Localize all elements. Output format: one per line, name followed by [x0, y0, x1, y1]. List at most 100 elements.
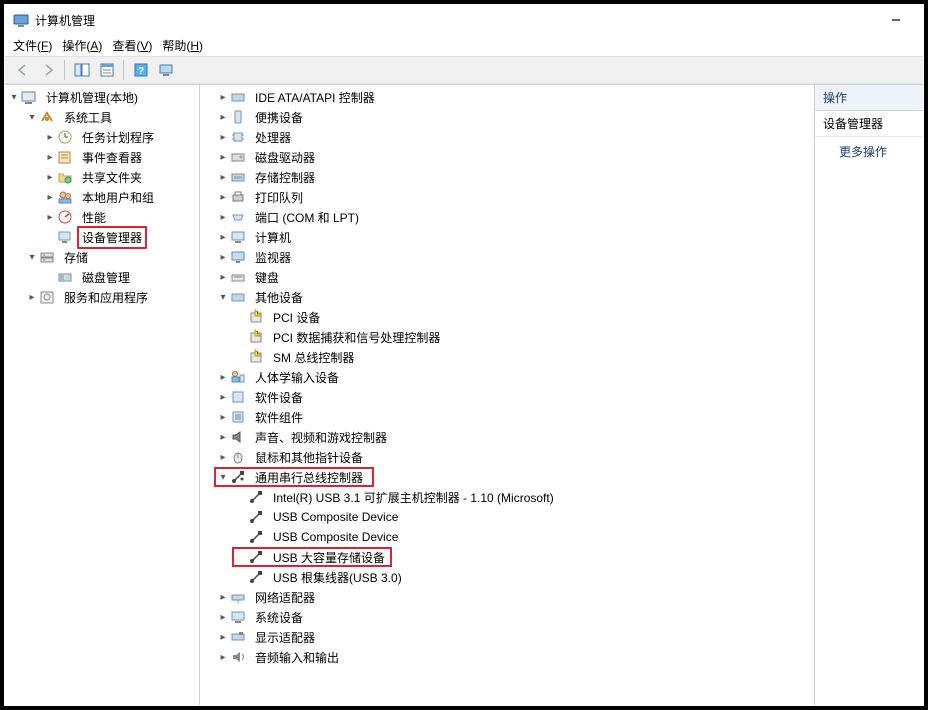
- dev-computer[interactable]: ▸计算机: [214, 227, 814, 247]
- menu-file[interactable]: 文件(F): [13, 37, 52, 54]
- unknown-device-icon: !: [248, 329, 264, 345]
- expand-icon[interactable]: ▸: [216, 450, 230, 464]
- expand-icon[interactable]: ▸: [216, 270, 230, 284]
- dev-system[interactable]: ▸系统设备: [214, 607, 814, 627]
- usb-icon: [230, 469, 246, 485]
- expand-icon[interactable]: ▸: [216, 210, 230, 224]
- users-icon: [57, 189, 73, 205]
- tree-system-tools[interactable]: ▾ 系统工具: [23, 107, 199, 127]
- tree-shared-folders[interactable]: ▸共享文件夹: [41, 167, 199, 187]
- expand-icon[interactable]: ▸: [216, 190, 230, 204]
- tree-storage[interactable]: ▾ 存储: [23, 247, 199, 267]
- dev-ide[interactable]: ▸IDE ATA/ATAPI 控制器: [214, 87, 814, 107]
- tree-disk-management[interactable]: ▸磁盘管理: [41, 267, 199, 287]
- dev-usb-controllers[interactable]: ▾通用串行总线控制器: [214, 467, 374, 487]
- device-tree-panel[interactable]: ▸IDE ATA/ATAPI 控制器 ▸便携设备 ▸处理器 ▸磁盘驱动器 ▸存储…: [200, 85, 815, 705]
- properties-button[interactable]: [95, 59, 118, 81]
- dev-hid[interactable]: ▸人体学输入设备: [214, 367, 814, 387]
- expand-icon[interactable]: ▸: [216, 390, 230, 404]
- expand-icon[interactable]: ▸: [43, 210, 57, 224]
- expand-icon[interactable]: ▸: [25, 290, 39, 304]
- dev-pci-capture[interactable]: ▸!PCI 数据捕获和信号处理控制器: [232, 327, 814, 347]
- expand-icon[interactable]: ▸: [216, 90, 230, 104]
- actions-more[interactable]: 更多操作: [815, 137, 923, 166]
- storage-controller-icon: [230, 169, 246, 185]
- back-button[interactable]: [11, 59, 34, 81]
- app-icon: [13, 12, 29, 28]
- expand-icon[interactable]: ▸: [216, 130, 230, 144]
- tree-performance[interactable]: ▸性能: [41, 207, 199, 227]
- ide-controller-icon: [230, 89, 246, 105]
- expand-icon[interactable]: ▸: [216, 230, 230, 244]
- expand-icon[interactable]: ▸: [216, 370, 230, 384]
- dev-audio-io[interactable]: ▸音频输入和输出: [214, 647, 814, 667]
- menu-view[interactable]: 查看(V): [112, 37, 152, 54]
- forward-button[interactable]: [36, 59, 59, 81]
- refresh-button[interactable]: [154, 59, 177, 81]
- dev-usb-composite-1[interactable]: ▸USB Composite Device: [232, 507, 814, 527]
- tree-device-manager[interactable]: ▸设备管理器: [41, 227, 199, 247]
- menu-action[interactable]: 操作(A): [62, 37, 102, 54]
- tree-task-scheduler[interactable]: ▸任务计划程序: [41, 127, 199, 147]
- dev-ports[interactable]: ▸端口 (COM 和 LPT): [214, 207, 814, 227]
- expand-icon[interactable]: ▸: [216, 110, 230, 124]
- event-viewer-icon: [57, 149, 73, 165]
- dev-print-queues[interactable]: ▸打印队列: [214, 187, 814, 207]
- keyboard-icon: [230, 269, 246, 285]
- show-hide-tree-button[interactable]: [70, 59, 93, 81]
- device-manager-icon: [57, 229, 73, 245]
- expand-icon[interactable]: ▸: [216, 170, 230, 184]
- expand-icon[interactable]: ▸: [43, 190, 57, 204]
- dev-cpu[interactable]: ▸处理器: [214, 127, 814, 147]
- dev-usb-mass-storage[interactable]: ▸USB 大容量存储设备: [232, 547, 392, 567]
- main-body: ▾ 计算机管理(本地) ▾ 系统工具 ▸任务计划程序: [5, 84, 923, 705]
- svg-text:?: ?: [137, 66, 143, 77]
- disk-drive-icon: [230, 149, 246, 165]
- dev-storage-ctrl[interactable]: ▸存储控制器: [214, 167, 814, 187]
- dev-disk-drives[interactable]: ▸磁盘驱动器: [214, 147, 814, 167]
- cpu-icon: [230, 129, 246, 145]
- menu-help[interactable]: 帮助(H): [162, 37, 203, 54]
- dev-other-devices[interactable]: ▾其他设备: [214, 287, 814, 307]
- dev-usb-composite-2[interactable]: ▸USB Composite Device: [232, 527, 814, 547]
- tree-root-computer-mgmt[interactable]: ▾ 计算机管理(本地): [5, 87, 199, 107]
- tree-event-viewer[interactable]: ▸事件查看器: [41, 147, 199, 167]
- collapse-icon[interactable]: ▾: [7, 90, 21, 104]
- dev-pci-device[interactable]: ▸!PCI 设备: [232, 307, 814, 327]
- expand-icon[interactable]: ▸: [43, 130, 57, 144]
- dev-keyboard[interactable]: ▸键盘: [214, 267, 814, 287]
- dev-software-components[interactable]: ▸软件组件: [214, 407, 814, 427]
- expand-icon[interactable]: ▸: [216, 410, 230, 424]
- collapse-icon[interactable]: ▾: [216, 470, 230, 484]
- expand-icon[interactable]: ▸: [216, 250, 230, 264]
- dev-monitor[interactable]: ▸监视器: [214, 247, 814, 267]
- other-devices-icon: [230, 289, 246, 305]
- collapse-icon[interactable]: ▾: [25, 110, 39, 124]
- expand-icon[interactable]: ▸: [216, 610, 230, 624]
- dev-network[interactable]: ▸网络适配器: [214, 587, 814, 607]
- expand-icon[interactable]: ▸: [43, 150, 57, 164]
- collapse-icon[interactable]: ▾: [25, 250, 39, 264]
- dev-sm-bus[interactable]: ▸!SM 总线控制器: [232, 347, 814, 367]
- dev-software-devices[interactable]: ▸软件设备: [214, 387, 814, 407]
- expand-icon[interactable]: ▸: [216, 590, 230, 604]
- expand-icon[interactable]: ▸: [216, 650, 230, 664]
- sound-icon: [230, 429, 246, 445]
- expand-icon[interactable]: ▸: [43, 170, 57, 184]
- console-tree-panel[interactable]: ▾ 计算机管理(本地) ▾ 系统工具 ▸任务计划程序: [5, 85, 200, 705]
- dev-display[interactable]: ▸显示适配器: [214, 627, 814, 647]
- dev-usb-intel[interactable]: ▸Intel(R) USB 3.1 可扩展主机控制器 - 1.10 (Micro…: [232, 487, 814, 507]
- hid-icon: [230, 369, 246, 385]
- dev-usb-root-hub[interactable]: ▸USB 根集线器(USB 3.0): [232, 567, 814, 587]
- collapse-icon[interactable]: ▾: [216, 290, 230, 304]
- dev-sound[interactable]: ▸声音、视频和游戏控制器: [214, 427, 814, 447]
- expand-icon[interactable]: ▸: [216, 150, 230, 164]
- expand-icon[interactable]: ▸: [216, 630, 230, 644]
- expand-icon[interactable]: ▸: [216, 430, 230, 444]
- dev-mouse[interactable]: ▸鼠标和其他指针设备: [214, 447, 814, 467]
- help-button[interactable]: ?: [129, 59, 152, 81]
- tree-local-users[interactable]: ▸本地用户和组: [41, 187, 199, 207]
- minimize-button[interactable]: [881, 10, 911, 30]
- dev-portable[interactable]: ▸便携设备: [214, 107, 814, 127]
- tree-services-apps[interactable]: ▸服务和应用程序: [23, 287, 199, 307]
